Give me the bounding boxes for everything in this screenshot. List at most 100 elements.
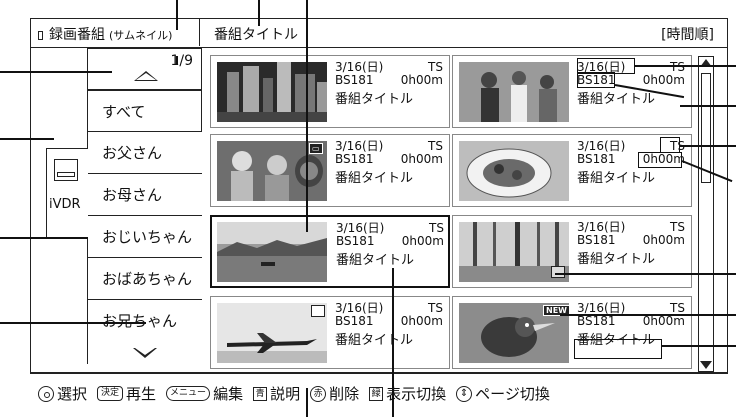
sort-order[interactable]: [時間順]: [661, 24, 714, 44]
guide-select-label: 選択: [57, 385, 88, 403]
menu-key-icon: メニュー: [166, 386, 211, 401]
program-thumbnail: [459, 62, 569, 122]
callout-line: [635, 65, 736, 67]
callout-line: [662, 345, 736, 347]
program-thumbnail: [459, 222, 569, 282]
enter-key-icon: 決定: [97, 386, 124, 401]
program-thumbnail: ▭: [217, 141, 327, 201]
guide-view: 緑表示切換: [369, 383, 446, 404]
page-number: 1/9: [170, 53, 193, 69]
section-title: 録画番組 (サムネイル): [30, 18, 200, 46]
program-channel: BS181: [335, 152, 374, 166]
category-item[interactable]: おじいちゃん: [88, 216, 202, 258]
program-channel: BS181: [335, 314, 374, 328]
program-title: 番組タイトル: [335, 333, 414, 348]
scrollbar-thumb[interactable]: [701, 73, 711, 183]
program-duration: 0h00m: [642, 233, 685, 247]
program-thumbnail: [217, 62, 327, 122]
page-indicator: 1/9: [88, 48, 202, 90]
program-duration: 0h00m: [400, 73, 443, 87]
callout-line: [392, 268, 394, 417]
dpad-icon: [38, 385, 54, 402]
callout-line: [306, 388, 308, 417]
callout-line: [680, 105, 736, 107]
section-marker-icon: [38, 31, 43, 40]
scroll-up-arrow-icon[interactable]: [134, 71, 158, 81]
program-title: 番組タイトル: [577, 252, 656, 267]
program-thumbnail: [217, 222, 327, 282]
program-title: 番組タイトル: [336, 253, 415, 268]
program-card-selected[interactable]: 3/16(日) TS BS181 0h00m 番組タイトル: [210, 215, 450, 288]
program-card[interactable]: ▭ 3/16(日) TS BS181 0h00m 番組タイトル: [210, 134, 450, 207]
category-item[interactable]: お父さん: [88, 132, 202, 174]
program-info: 3/16(日) TS BS181 0h00m 番組タイトル: [336, 222, 444, 268]
program-channel: BS181: [336, 234, 375, 248]
callout-line: [176, 56, 178, 64]
callout-line: [258, 0, 260, 26]
device-tab-ivdr[interactable]: iVDR: [46, 148, 88, 238]
program-title: 番組タイトル: [335, 92, 414, 107]
guide-play-label: 再生: [126, 385, 157, 403]
scroll-down-arrow-icon[interactable]: [133, 348, 157, 358]
green-key-icon: 緑: [369, 386, 384, 401]
program-title: 番組タイトル: [577, 171, 656, 186]
program-card[interactable]: 3/16(日) TS BS181 0h00m 番組タイトル: [452, 215, 692, 288]
program-channel: BS181: [335, 73, 374, 87]
section-sublabel: (サムネイル): [109, 29, 173, 42]
program-card[interactable]: 3/16(日) TS BS181 0h00m 番組タイトル: [452, 134, 692, 207]
category-list: 1/9 すべて お父さん お母さん おじいちゃん おばあちゃん お兄ちゃん: [88, 48, 202, 364]
highlight-duration: [638, 152, 682, 168]
guide-delete-label: 削除: [329, 385, 360, 403]
guide-info-label: 説明: [270, 385, 301, 403]
program-info: 3/16(日) TS BS181 0h00m 番組タイトル: [335, 302, 443, 348]
guide-select: 選択: [38, 383, 87, 404]
program-channel: BS181: [577, 314, 616, 328]
callout-line: [0, 138, 54, 140]
program-channel: BS181: [577, 152, 616, 166]
guide-play: 決定 再生: [97, 383, 156, 404]
hd-icon: ▭: [309, 143, 323, 154]
category-item[interactable]: おばあちゃん: [88, 258, 202, 300]
device-column: iVDR: [38, 48, 88, 364]
callout-line: [0, 237, 88, 239]
blue-key-icon: 青: [253, 386, 268, 401]
section-label: 録画番組: [49, 27, 105, 43]
program-duration: 0h00m: [400, 314, 443, 328]
category-item[interactable]: すべて: [88, 90, 202, 132]
program-channel: BS181: [577, 233, 616, 247]
callout-line: [176, 0, 178, 30]
category-item[interactable]: お兄ちゃん: [88, 300, 202, 342]
program-duration: 0h00m: [642, 314, 685, 328]
guide-page-label: ページ切換: [475, 385, 550, 403]
chapter-icon: [311, 305, 325, 317]
callout-line: [555, 273, 736, 275]
program-card[interactable]: 3/16(日) TS BS181 0h00m 番組タイトル: [210, 296, 450, 369]
page-key-icon: ⇕: [456, 385, 473, 402]
highlight-channel: [577, 72, 615, 88]
program-duration: 0h00m: [642, 73, 685, 87]
program-thumbnail: NEW: [459, 303, 569, 363]
highlight-title: [574, 339, 662, 359]
scrollbar-down-icon[interactable]: [700, 361, 712, 369]
program-thumbnail: [459, 141, 569, 201]
device-label: iVDR: [49, 197, 81, 212]
callout-line: [306, 0, 308, 232]
guide-page: ⇕ ページ切換: [456, 383, 550, 404]
guide-view-label: 表示切換: [386, 385, 447, 403]
callout-line: [680, 145, 736, 147]
red-key-icon: 赤: [310, 385, 327, 402]
program-info: 3/16(日) TS BS181 0h00m 番組タイトル: [335, 140, 443, 186]
highlight-format: [660, 137, 680, 153]
callout-line: [0, 71, 112, 73]
protect-icon: [551, 266, 565, 278]
program-thumbnail: [217, 303, 327, 363]
guide-edit: メニュー 編集: [166, 383, 243, 404]
program-duration: 0h00m: [400, 152, 443, 166]
program-info: 3/16(日) TS BS181 0h00m 番組タイトル: [335, 61, 443, 107]
callout-line: [560, 314, 736, 316]
guide-delete: 赤削除: [310, 383, 359, 404]
scrollbar[interactable]: [698, 56, 714, 372]
category-item[interactable]: お母さん: [88, 174, 202, 216]
header-bar: 録画番組 (サムネイル) 番組タイトル [時間順]: [30, 18, 728, 48]
program-card[interactable]: 3/16(日) TS BS181 0h00m 番組タイトル: [210, 55, 450, 128]
